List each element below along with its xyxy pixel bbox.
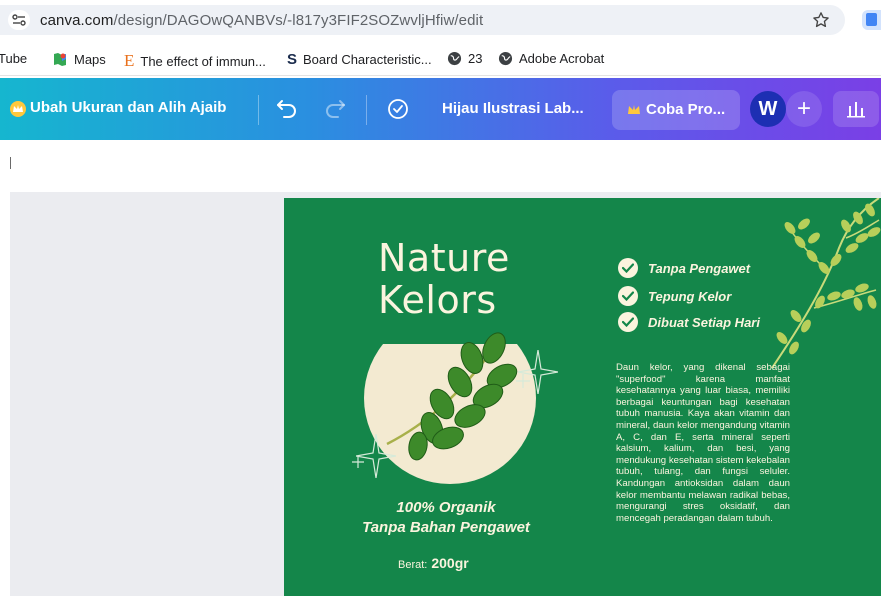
bookmark-label: The effect of immun... [140,53,266,69]
try-pro-label: Coba Pro... [646,101,726,118]
bookmark-star-icon[interactable] [812,11,830,29]
bookmark-label: Board Characteristic... [303,52,432,67]
url-domain: canva.com [40,12,114,29]
net-weight[interactable]: Berat: 200gr [398,555,469,573]
small-sparkle-icon [352,456,364,468]
bookmark-label: Maps [74,51,106,67]
bookmark-scribd[interactable]: S Board Characteristic... [287,51,432,68]
extension-icon[interactable] [862,10,881,30]
site-info-icon[interactable] [8,10,30,30]
url-text[interactable]: canva.com/design/DAGOwQANBVs/-l817y3FIF2… [40,12,483,29]
feature-item-tepung-kelor[interactable]: Tepung Kelor [618,286,731,306]
resize-magic-button[interactable]: Ubah Ukuran dan Alih Ajaib [30,99,226,116]
feature-item-dibuat-setiap-hari[interactable]: Dibuat Setiap Hari [618,312,760,332]
try-pro-button[interactable]: Coba Pro... [612,90,740,130]
crown-icon [10,101,26,117]
user-avatar[interactable]: W [750,91,786,127]
product-description[interactable]: Daun kelor, yang dikenal sebagai "superf… [616,362,790,524]
undo-icon[interactable] [276,98,298,118]
globe-icon [447,51,462,66]
crown-icon [628,105,640,114]
maps-icon [54,53,66,66]
design-page[interactable]: Nature Kelors Tanpa Pengawet Tepung Kelo… [284,198,881,596]
scribd-icon: S [287,51,298,68]
bookmark-label: Tube [0,51,28,66]
globe-icon [498,51,513,66]
redo-icon[interactable] [324,98,346,118]
browser-toolbar: canva.com/design/DAGOwQANBVs/-l817y3FIF2… [0,0,881,40]
bookmark-adobe-acrobat[interactable]: Adobe Acrobat [498,51,604,66]
canva-editor-header: Ubah Ukuran dan Alih Ajaib Hijau Ilustra… [0,78,881,140]
bookmark-maps[interactable]: Maps [52,51,106,67]
brand-title-line1[interactable]: Nature [378,236,510,280]
feature-label: Dibuat Setiap Hari [648,314,760,330]
bookmark-elsevier[interactable]: E The effect of immun... [124,51,266,71]
bar-chart-icon [847,102,865,118]
elsevier-icon: E [124,51,135,70]
bookmark-label: 23 [468,51,483,66]
feature-label: Tepung Kelor [648,288,732,304]
weight-label: Berat: [398,559,428,571]
check-circle-icon [618,286,638,306]
bookmark-label: Adobe Acrobat [519,51,605,66]
text-caret [10,157,11,169]
document-title[interactable]: Hijau Ilustrasi Lab... [442,100,584,117]
feature-label: Tanpa Pengawet [648,260,751,276]
divider [258,95,259,125]
editor-toolbar-area [0,140,881,192]
bookmarks-bar: Tube Maps E The effect of immun... S Boa… [0,40,881,76]
feature-item-tanpa-pengawet[interactable]: Tanpa Pengawet [618,258,750,278]
organic-line1: 100% Organik [396,499,496,516]
small-sparkle-icon [516,374,530,388]
address-bar[interactable]: canva.com/design/DAGOwQANBVs/-l817y3FIF2… [0,5,845,35]
check-circle-icon [618,312,638,332]
check-circle-icon [618,258,638,278]
bookmark-23[interactable]: 23 [447,51,482,66]
insights-button[interactable] [833,91,879,127]
weight-value: 200gr [431,555,469,571]
url-path: /design/DAGOwQANBVs/-l817y3FIF2SOZwvljHf… [113,12,484,29]
add-collaborator-button[interactable]: + [786,91,822,127]
cloud-saved-icon[interactable] [386,98,410,120]
organic-line2: Tanpa Bahan Pengawet [362,519,530,536]
organic-claim[interactable]: 100% Organik Tanpa Bahan Pengawet [348,498,544,538]
moringa-branch-illustration [771,198,881,369]
bookmark-youtube[interactable]: Tube [0,51,27,66]
divider [366,95,367,125]
